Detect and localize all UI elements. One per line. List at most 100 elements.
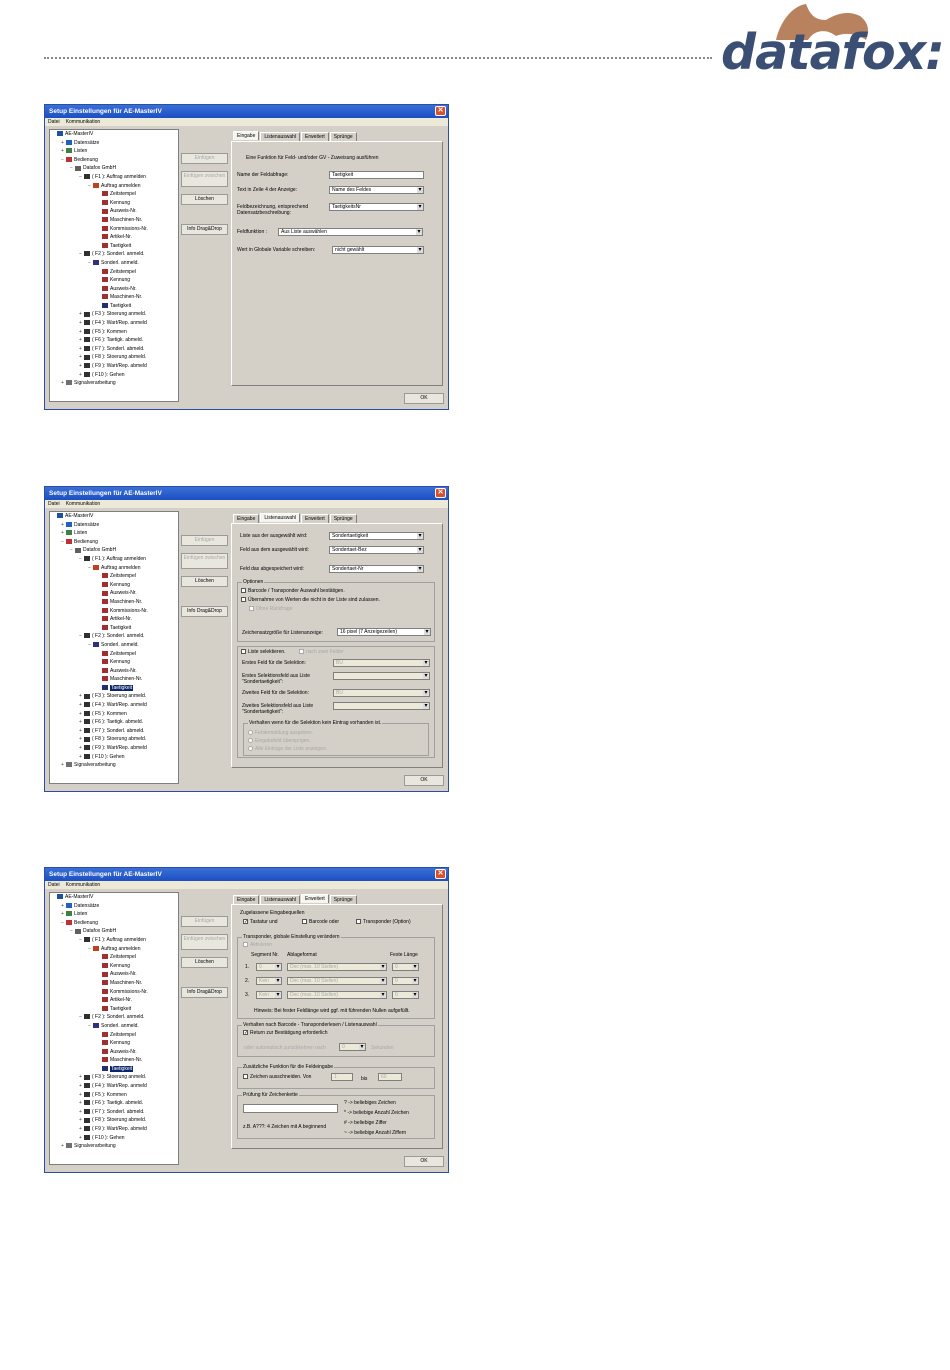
tree-item[interactable]: Kennung (50, 1039, 178, 1048)
tree-item[interactable]: +( F5 ): Kommen (50, 328, 178, 337)
bis-input[interactable]: 60 (378, 1073, 402, 1081)
tree-item[interactable]: Zeitstempel (50, 650, 178, 659)
einfuegen-button[interactable]: Einfügen (181, 916, 228, 927)
tree-item[interactable]: Ausweis-Nr. (50, 589, 178, 598)
loeschen-button[interactable]: Löschen (181, 957, 228, 968)
tree-item[interactable]: Kennung (50, 276, 178, 285)
checkbox[interactable] (356, 919, 361, 925)
tree-item[interactable]: Zeitstempel (50, 572, 178, 581)
zeichen-ausschneiden-option[interactable]: Zeichen ausschneiden. Von (243, 1074, 311, 1080)
tree-item[interactable]: +( F4 ): Wart/Rep. anmeld (50, 1082, 178, 1091)
segment-dropdown[interactable]: 0 (256, 963, 282, 971)
tree-item[interactable]: + Listen (50, 147, 178, 156)
tree-item[interactable]: − Bedienung (50, 919, 178, 928)
tree-item[interactable]: Zeitstempel (50, 1031, 178, 1040)
tree-item[interactable]: Taetigkeit (50, 242, 178, 251)
tree-item[interactable]: +( F3 ): Stoerung anmeld. (50, 310, 178, 319)
tree-item[interactable]: +( F6 ): Taetigk. abmeld. (50, 718, 178, 727)
tree-item[interactable]: +( F9 ): Wart/Rep. abmeld (50, 1125, 178, 1134)
input-source-option[interactable]: Barcode oder (302, 919, 339, 925)
tree-item[interactable]: +( F10 ): Gehen (50, 1134, 178, 1143)
tab-listenauswahl[interactable]: Listenauswahl (260, 132, 301, 141)
dropdown-field[interactable]: Sondertaetigkeit (329, 532, 424, 540)
menu-item-datei[interactable]: Datei (48, 882, 60, 888)
length-dropdown[interactable]: 0 (392, 991, 419, 999)
tree-item[interactable]: + Datensätze (50, 139, 178, 148)
barcode-confirm-option[interactable]: Barcode / Transponder Auswahl bestätigen… (241, 588, 345, 594)
tab-spruenge[interactable]: Sprünge (329, 895, 357, 904)
liste-selektieren-option[interactable]: Liste selektieren. (241, 649, 286, 655)
tab-spruenge[interactable]: Sprünge (329, 514, 357, 523)
checkbox[interactable] (241, 597, 246, 603)
tree-item[interactable]: +( F3 ): Stoerung anmeld. (50, 692, 178, 701)
tab-spruenge[interactable]: Sprünge (329, 132, 357, 141)
menu-item-datei[interactable]: Datei (48, 119, 60, 125)
tree-item[interactable]: −( F1 ): Auftrag anmelden (50, 173, 178, 182)
font-size-dropdown[interactable]: 16 pixel (7 Anzeigezeilen) (337, 628, 431, 636)
tree-item[interactable]: Kennung (50, 199, 178, 208)
einfuegen-button[interactable]: Einfügen (181, 535, 228, 546)
tree-item[interactable]: − Datafox GmbH (50, 927, 178, 936)
tab-eingabe[interactable]: Eingabe (233, 131, 260, 140)
navigation-tree[interactable]: AE-MasterIV + Datensätze + Listen − Bedienung −… (49, 129, 179, 402)
field-input[interactable]: Taetigkeit (329, 171, 424, 179)
radio-button[interactable] (248, 738, 253, 744)
tree-item[interactable]: Maschinen-Nr. (50, 216, 178, 225)
tab-erweitert[interactable]: Erweitert (301, 514, 329, 523)
tree-item[interactable]: Artikel-Nr. (50, 996, 178, 1005)
tree-item[interactable]: +( F6 ): Taetigk. abmeld. (50, 1099, 178, 1108)
tree-item[interactable]: Artikel-Nr. (50, 233, 178, 242)
checkbox[interactable]: ✓ (243, 1030, 248, 1036)
tree-item[interactable]: +( F9 ): Wart/Rep. abmeld (50, 362, 178, 371)
tree-item[interactable]: Zeitstempel (50, 190, 178, 199)
von-input[interactable]: 1 (331, 1073, 353, 1081)
format-dropdown[interactable]: Dec (max. 10 Stellen) (287, 991, 387, 999)
tree-item[interactable]: + Signalverarbeitung (50, 1142, 178, 1151)
aktivieren-option[interactable]: Aktivieren (243, 942, 272, 948)
tree-item[interactable]: Artikel-Nr. (50, 615, 178, 624)
tree-item[interactable]: Ausweis-Nr. (50, 970, 178, 979)
length-dropdown[interactable]: 0 (392, 963, 419, 971)
auto-return-seconds[interactable]: 0 (339, 1043, 366, 1051)
tree-item[interactable]: Zeitstempel (50, 953, 178, 962)
accept-values-option[interactable]: Übernahme von Werten die nicht in der Li… (241, 597, 380, 603)
menu-item-kommunikation[interactable]: Kommunikation (66, 501, 100, 507)
loeschen-button[interactable]: Löschen (181, 576, 228, 587)
tree-item[interactable]: +( F5 ): Kommen (50, 1091, 178, 1100)
tree-item[interactable]: +( F7 ): Sonderl. abmeld. (50, 345, 178, 354)
einfuegen-zwischen-button[interactable]: Einfügen zwischen (181, 553, 228, 569)
tree-item[interactable]: AE-MasterIV (50, 512, 178, 521)
segment-dropdown[interactable]: Kein (256, 977, 282, 985)
checkbox[interactable]: ✓ (243, 919, 248, 925)
tree-item[interactable]: Kennung (50, 658, 178, 667)
tree-item[interactable]: Zeitstempel (50, 268, 178, 277)
tree-item[interactable]: − Bedienung (50, 538, 178, 547)
einfuegen-button[interactable]: Einfügen (181, 153, 228, 164)
input-source-option[interactable]: Transponder (Option) (356, 919, 411, 925)
verhalten-radio-option[interactable]: Alle Einträge der Liste anzeigen. (248, 746, 327, 752)
tree-item[interactable]: + Datensätze (50, 521, 178, 530)
tree-item[interactable]: Ausweis-Nr. (50, 207, 178, 216)
tree-item[interactable]: +( F8 ): Stoerung abmeld. (50, 735, 178, 744)
nach-zwei-felder-option[interactable]: nach zwei Felder (299, 649, 344, 655)
tree-item[interactable]: − Sonderl. anmeld. (50, 1022, 178, 1031)
tree-item[interactable]: Kennung (50, 962, 178, 971)
close-button[interactable]: ✕ (435, 106, 446, 116)
tree-item[interactable]: Taetigkeit (50, 1005, 178, 1014)
tree-item[interactable]: − Auftrag anmelden (50, 945, 178, 954)
tree-item[interactable]: Ausweis-Nr. (50, 285, 178, 294)
length-dropdown[interactable]: 0 (392, 977, 419, 985)
tree-item[interactable]: +( F10 ): Gehen (50, 371, 178, 380)
tab-eingabe[interactable]: Eingabe (233, 514, 260, 523)
field-input[interactable]: TaetigkeitsNr (329, 203, 424, 211)
tree-item[interactable]: +( F8 ): Stoerung abmeld. (50, 1116, 178, 1125)
navigation-tree[interactable]: AE-MasterIV + Datensätze + Listen − Bedienung −… (49, 892, 179, 1165)
verhalten-radio-option[interactable]: Eingabefeld übersprigen. (248, 738, 311, 744)
segment-dropdown[interactable]: Kein (256, 991, 282, 999)
ok-button[interactable]: OK (404, 393, 444, 404)
tree-item[interactable]: Maschinen-Nr. (50, 293, 178, 302)
field-input[interactable]: nicht gewählt (332, 246, 424, 254)
radio-button[interactable] (248, 730, 253, 736)
tree-item[interactable]: Taetigkeit (50, 624, 178, 633)
selection-dropdown[interactable] (333, 672, 430, 680)
